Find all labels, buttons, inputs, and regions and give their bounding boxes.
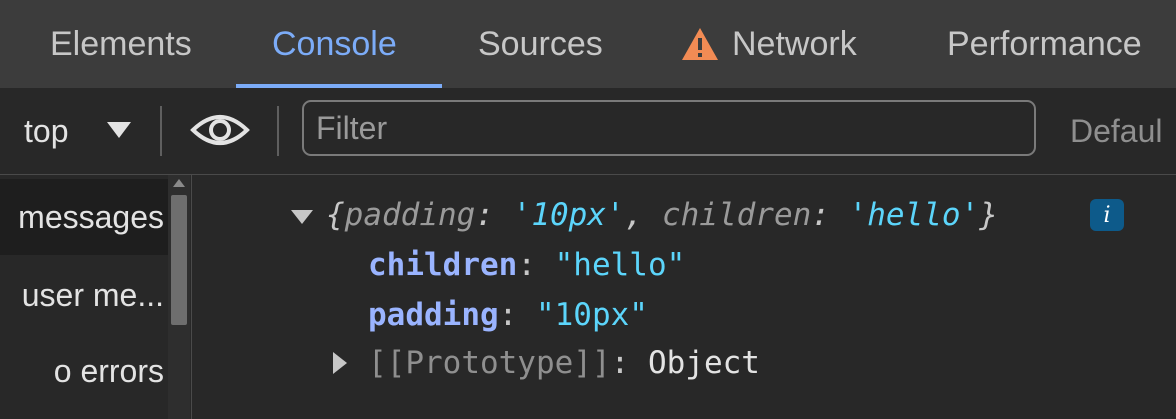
context-label: top	[24, 112, 69, 149]
scroll-up-arrow-icon[interactable]	[173, 179, 185, 187]
sidebar-item-user-messages[interactable]: user me...	[0, 257, 168, 333]
property-key: children	[368, 247, 518, 283]
toolbar-divider	[160, 106, 162, 156]
scrollbar-thumb[interactable]	[171, 195, 187, 325]
tab-label: Network	[732, 24, 857, 63]
sidebar-item-label: user me...	[21, 276, 164, 313]
info-icon[interactable]: i	[1090, 199, 1124, 231]
info-icon-label: i	[1103, 202, 1111, 228]
tab-elements[interactable]: Elements	[50, 0, 192, 88]
log-levels-label: Defaul	[1070, 112, 1163, 149]
tab-console[interactable]: Console	[272, 0, 397, 88]
sidebar-item-messages[interactable]: messages	[0, 179, 168, 255]
tab-label: Sources	[478, 24, 603, 63]
filter-input-box[interactable]	[302, 100, 1036, 156]
tab-label: Performance	[947, 24, 1142, 63]
warning-triangle-icon	[682, 28, 718, 60]
property-key: padding	[368, 297, 499, 333]
object-property[interactable]: padding: "10px"	[368, 295, 648, 335]
prototype-value: Object	[647, 345, 760, 381]
sidebar-item-errors[interactable]: o errors	[0, 333, 168, 409]
log-levels-dropdown[interactable]: Defaul	[1070, 88, 1163, 174]
preview-value: 'hello'	[848, 197, 980, 233]
property-value: "10px"	[535, 297, 648, 333]
sidebar-item-label: messages	[18, 198, 164, 235]
devtools-window: Elements Console Sources Network Perform…	[0, 0, 1176, 419]
prototype-key: [[Prototype]]	[368, 345, 611, 381]
object-preview[interactable]: {padding: '10px', children: 'hello'}	[326, 195, 998, 235]
property-colon: :	[498, 297, 536, 333]
preview-key: padding	[344, 197, 476, 233]
prototype-property[interactable]: [[Prototype]]: Object	[368, 343, 760, 383]
object-property[interactable]: children: "hello"	[368, 245, 685, 285]
tab-bar: Elements Console Sources Network Perform…	[0, 0, 1176, 88]
preview-key: children	[661, 197, 812, 233]
preview-brace: }	[979, 197, 998, 233]
tab-label: Console	[272, 24, 397, 63]
console-output: {padding: '10px', children: 'hello'} i c…	[192, 175, 1176, 419]
property-colon: :	[610, 345, 648, 381]
expand-triangle-icon[interactable]	[290, 209, 314, 225]
eye-icon[interactable]	[190, 110, 250, 150]
preview-comma: ,	[624, 197, 662, 233]
console-toolbar: top Defaul	[0, 88, 1176, 175]
tab-sources[interactable]: Sources	[478, 0, 603, 88]
property-value: "hello"	[554, 247, 686, 283]
preview-colon: :	[811, 197, 849, 233]
sidebar-scrollbar[interactable]	[168, 175, 190, 419]
sidebar-item-label: o errors	[53, 352, 164, 389]
property-colon: :	[517, 247, 555, 283]
filter-input[interactable]	[316, 102, 1016, 154]
chevron-down-icon[interactable]	[106, 121, 132, 139]
collapsed-triangle-icon[interactable]	[332, 351, 348, 375]
preview-colon: :	[475, 197, 513, 233]
tab-performance[interactable]: Performance	[947, 0, 1142, 88]
context-selector[interactable]: top	[24, 88, 68, 174]
toolbar-divider	[277, 106, 279, 156]
console-sidebar: messages user me... o errors	[0, 175, 192, 419]
tab-label: Elements	[50, 24, 192, 63]
preview-value: '10px'	[512, 197, 625, 233]
tab-network[interactable]: Network	[680, 0, 857, 88]
preview-brace: {	[326, 197, 345, 233]
